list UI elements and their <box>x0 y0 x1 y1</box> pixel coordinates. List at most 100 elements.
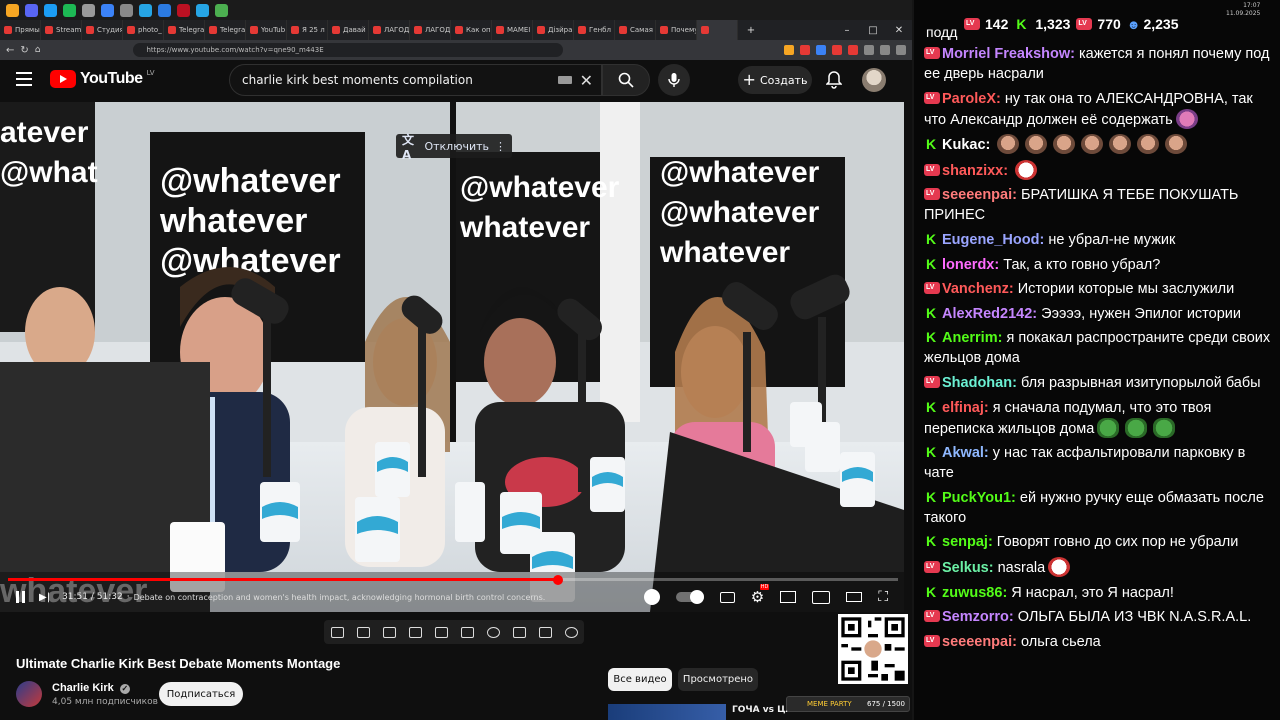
extension-icon[interactable] <box>832 45 842 55</box>
autoplay-toggle[interactable] <box>675 590 704 604</box>
extension-icon[interactable] <box>816 45 826 55</box>
taskbar-app-icon[interactable] <box>215 3 228 17</box>
extension-icon[interactable] <box>784 45 794 55</box>
taskbar-app-icon[interactable] <box>196 3 209 17</box>
taskbar-app-icon[interactable] <box>158 3 171 17</box>
chat-username[interactable]: seeeenpai <box>942 187 1012 203</box>
browser-tab[interactable]: Telegra <box>205 20 246 40</box>
film-icon[interactable] <box>408 626 422 638</box>
chat-username[interactable]: lonerdx <box>942 257 994 273</box>
recommended-thumbnail[interactable] <box>608 704 726 720</box>
url-field[interactable]: https://www.youtube.com/watch?v=qne90_m4… <box>132 43 563 57</box>
video-player[interactable]: @whatever whatever @whatever atever @wha… <box>0 102 904 612</box>
browser-tab[interactable]: ЛАГОД <box>410 20 451 40</box>
taskbar-app-icon[interactable] <box>44 3 57 17</box>
subtitles-icon[interactable] <box>719 591 735 603</box>
chat-username[interactable]: zuwus86 <box>942 585 1002 601</box>
extension-icon[interactable] <box>864 45 874 55</box>
close-window-icon[interactable]: ✕ <box>886 25 912 36</box>
camera-icon[interactable] <box>538 626 552 638</box>
settings-icon[interactable]: ⚙ HD <box>751 584 770 606</box>
audio-boost-icon[interactable] <box>356 626 370 638</box>
browser-tab[interactable]: Самая <box>615 20 656 40</box>
minimize-icon[interactable]: – <box>834 25 860 36</box>
taskbar-app-icon[interactable] <box>139 3 152 17</box>
chat-username[interactable]: elfinaj <box>942 400 984 416</box>
taskbar-app-icon[interactable] <box>120 3 133 17</box>
theater-mode-icon[interactable] <box>846 592 863 602</box>
filmstrip-icon[interactable] <box>460 626 474 638</box>
back-icon[interactable]: ← <box>6 45 14 56</box>
browser-tab[interactable]: Telegra <box>164 20 205 40</box>
voice-search-button[interactable] <box>658 64 690 96</box>
more-icon[interactable]: ⋮ <box>495 140 506 153</box>
create-button[interactable]: + Создать <box>738 66 812 94</box>
search-input[interactable]: charlie kirk best moments compilation ✕ <box>229 64 602 96</box>
screenshot-icon[interactable] <box>382 626 396 638</box>
browser-tab[interactable]: Генбл <box>574 20 615 40</box>
browser-tab[interactable]: Stream <box>41 20 82 40</box>
chat-username[interactable]: shanzixx <box>942 163 1003 179</box>
chat-username[interactable]: Akwal <box>942 445 984 461</box>
chapter-title[interactable]: Debate on contraception and women's heal… <box>134 593 614 602</box>
chat-username[interactable]: Shadohan <box>942 375 1012 391</box>
home-icon[interactable]: ⌂ <box>35 45 41 55</box>
taskbar-app-icon[interactable] <box>82 3 95 17</box>
next-icon[interactable]: ▶| <box>39 592 50 603</box>
channel-avatar[interactable] <box>16 681 42 707</box>
miniplayer-icon[interactable] <box>780 591 797 603</box>
browser-tab[interactable]: Как оп <box>451 20 492 40</box>
auto-translate-toggle[interactable]: 文A Отключить ⋮ <box>396 133 512 162</box>
browser-tab[interactable]: photo_ <box>123 20 164 40</box>
chip-watched[interactable]: Просмотрено <box>678 668 758 691</box>
browser-tab[interactable]: MAMEI <box>492 20 533 40</box>
menu-icon[interactable] <box>16 72 32 86</box>
account-avatar[interactable] <box>862 68 886 92</box>
crop-icon[interactable] <box>434 626 448 638</box>
loop-icon[interactable] <box>330 626 344 638</box>
extension-icon[interactable] <box>848 45 858 55</box>
chat-username[interactable]: Semzorro <box>942 609 1009 625</box>
browser-tab[interactable]: Я 25 л <box>287 20 328 40</box>
notifications-bell-icon[interactable] <box>824 70 844 90</box>
youtube-logo[interactable]: YouTube LV <box>50 69 154 88</box>
taskbar-app-icon[interactable] <box>177 3 190 17</box>
chat-username[interactable]: Vanchenz <box>942 281 1009 297</box>
clear-icon[interactable]: ✕ <box>580 71 593 90</box>
chat-username[interactable]: Eugene_Hood <box>942 232 1039 248</box>
browser-tab[interactable]: Студия <box>82 20 123 40</box>
taskbar-app-icon[interactable] <box>63 3 76 17</box>
subscribe-button[interactable]: Подписаться <box>159 682 243 706</box>
search-button[interactable] <box>602 64 650 96</box>
reload-icon[interactable]: ↻ <box>20 45 28 56</box>
chat-username[interactable]: senpaj <box>942 534 988 550</box>
extension-icon[interactable] <box>896 45 906 55</box>
chat-username[interactable]: AlexRed2142 <box>942 306 1032 322</box>
channel-name[interactable]: Charlie Kirk ✓ <box>52 682 130 694</box>
browser-tab[interactable]: Дізйра <box>533 20 574 40</box>
browser-tab[interactable]: YouTub <box>246 20 287 40</box>
pip-icon[interactable] <box>812 590 831 604</box>
sponsorblock-icon[interactable] <box>643 589 660 605</box>
taskbar-app-icon[interactable] <box>6 3 19 17</box>
browser-tab[interactable]: Давай <box>328 20 369 40</box>
chat-username[interactable]: ParoleX <box>942 91 996 107</box>
chat-username[interactable]: Selkus <box>942 560 989 576</box>
add-icon[interactable] <box>512 626 526 638</box>
maximize-icon[interactable]: □ <box>860 25 886 36</box>
taskbar-app-icon[interactable] <box>101 3 114 17</box>
fullscreen-icon[interactable]: ⛶ <box>878 589 888 605</box>
keyboard-icon[interactable] <box>557 76 572 84</box>
chat-username[interactable]: PuckYou1 <box>942 490 1011 506</box>
chat-username[interactable]: Morriel Freakshow <box>942 46 1070 62</box>
pause-icon[interactable] <box>16 591 25 603</box>
browser-tab[interactable] <box>697 20 738 40</box>
chat-username[interactable]: seeeenpai <box>942 634 1012 650</box>
chip-all-videos[interactable]: Все видео <box>608 668 672 691</box>
chat-username[interactable]: Kukac <box>942 137 986 153</box>
new-tab-icon[interactable]: + <box>738 25 764 36</box>
extension-icon[interactable] <box>800 45 810 55</box>
browser-tab[interactable]: Почему <box>656 20 697 40</box>
browser-tab[interactable]: ЛАГОД <box>369 20 410 40</box>
browser-tab[interactable]: Прямые <box>0 20 41 40</box>
